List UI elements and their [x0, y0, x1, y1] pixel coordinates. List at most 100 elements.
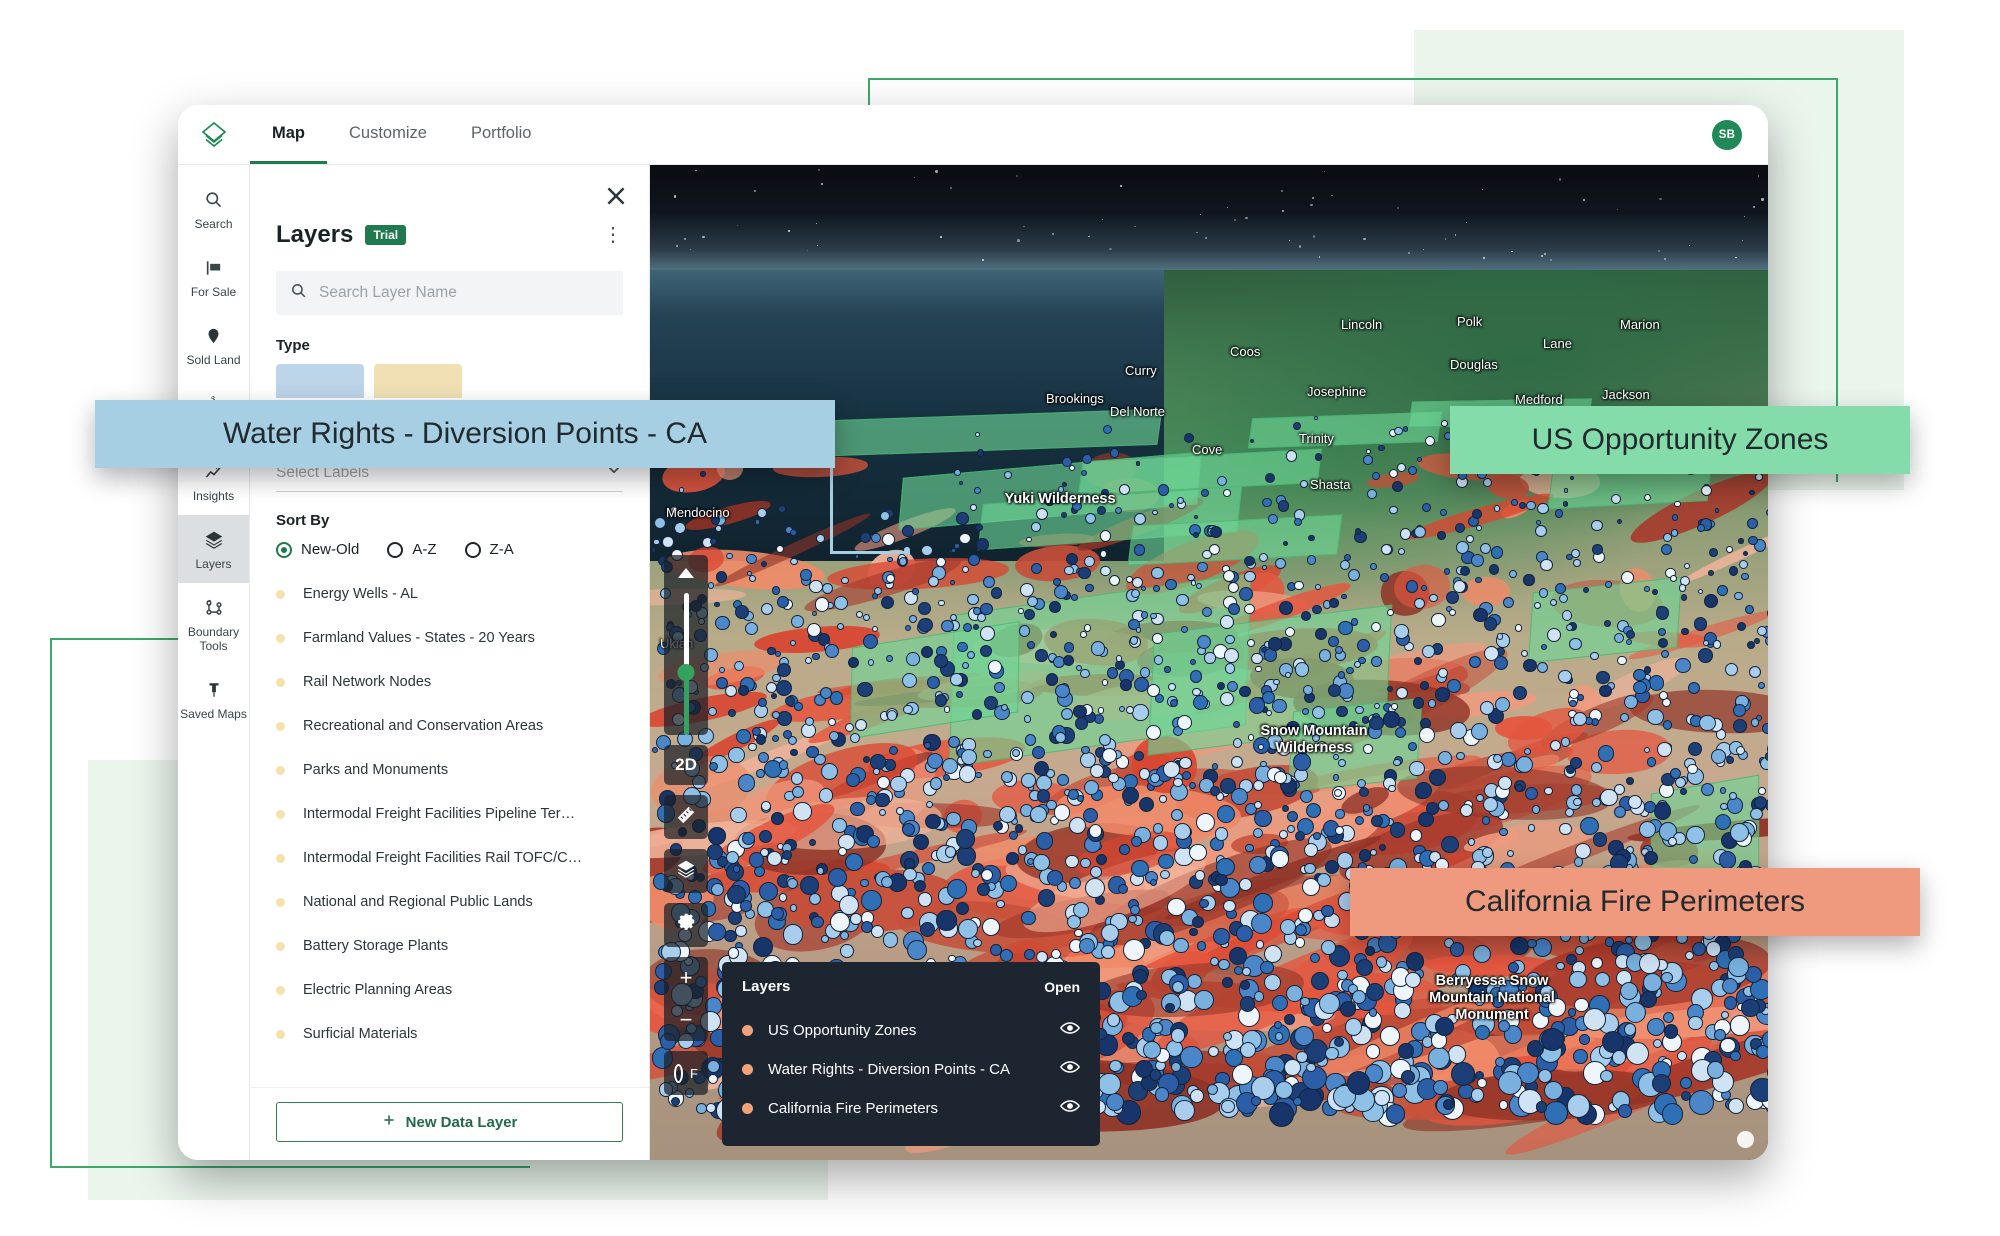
page-title: Layers	[276, 221, 354, 248]
sidebar-item-search-label: Search	[194, 217, 233, 231]
list-item[interactable]: Parks and Monuments	[250, 748, 649, 792]
list-item[interactable]: Intermodal Freight Facilities Rail TOFC/…	[250, 836, 649, 880]
map-layers-card: Layers Open US Opportunity Zones Water R…	[722, 962, 1100, 1146]
eye-icon[interactable]	[1059, 1060, 1081, 1079]
tab-map-label: Map	[272, 123, 305, 142]
layers-stack-icon	[180, 529, 247, 551]
list-item[interactable]: Rail Network Nodes	[250, 660, 649, 704]
eye-icon[interactable]	[1059, 1099, 1081, 1118]
layer-color-dot	[276, 897, 285, 907]
open-layers-button[interactable]: Open	[1044, 979, 1080, 995]
triangle-up-icon	[678, 565, 694, 583]
map-layers-card-header: Layers Open	[742, 978, 1080, 995]
layer-color-dot	[276, 677, 285, 687]
panel-header: Layers Trial ⋮	[250, 165, 649, 249]
compass-icon	[674, 1063, 684, 1083]
sidebar-item-layers[interactable]: Layers	[178, 515, 249, 583]
list-item-label: Recreational and Conservation Areas	[303, 718, 544, 734]
callout-leader-line	[830, 434, 910, 554]
basemap-layers-button[interactable]	[664, 849, 708, 893]
sidebar-item-saved-maps-label: Saved Maps	[180, 707, 247, 721]
sidebar-item-boundary-tools[interactable]: Boundary Tools	[178, 583, 249, 665]
new-data-layer-button[interactable]: New Data Layer	[276, 1102, 623, 1142]
close-icon[interactable]	[603, 183, 629, 209]
layer-color-dot	[276, 589, 285, 599]
panel-footer: New Data Layer	[250, 1087, 649, 1160]
search-icon	[290, 282, 307, 304]
kebab-menu-icon[interactable]: ⋮	[603, 225, 623, 245]
eye-icon[interactable]	[1059, 1021, 1081, 1040]
layer-color-dot	[276, 985, 285, 995]
sidebar-item-for-sale-label: For Sale	[190, 285, 237, 299]
list-item[interactable]: Electric Planning Areas	[250, 968, 649, 1012]
type-chip-secondary[interactable]	[374, 364, 462, 398]
tab-portfolio[interactable]: Portfolio	[449, 105, 554, 164]
node-graph-icon	[180, 597, 247, 619]
list-item[interactable]: Battery Storage Plants	[250, 924, 649, 968]
pitch-track[interactable]	[677, 593, 695, 735]
map-layer-row[interactable]: California Fire Perimeters	[742, 1089, 1081, 1128]
list-item[interactable]: Surficial Materials	[250, 1012, 649, 1056]
list-item-label: Surficial Materials	[303, 1026, 418, 1042]
sort-option-a-z[interactable]: A-Z	[387, 541, 437, 558]
pitch-slider[interactable]	[664, 555, 708, 735]
map-controls: 2D + − F	[664, 555, 708, 1095]
layer-color-dot	[276, 1029, 285, 1039]
measure-tool-button[interactable]	[664, 795, 708, 839]
map-layer-row[interactable]: US Opportunity Zones	[742, 1011, 1081, 1050]
type-chip-primary[interactable]	[276, 364, 364, 398]
search-input[interactable]	[319, 284, 609, 302]
radio-a-z[interactable]	[387, 541, 404, 558]
map-canvas[interactable]: Lincoln Polk Marion Lane Douglas Coos Curry Jos…	[650, 165, 1768, 1160]
layers-logo-icon[interactable]	[178, 105, 250, 164]
list-item[interactable]: National and Regional Public Lands	[250, 880, 649, 924]
compass-control[interactable]: F	[664, 1051, 708, 1095]
type-filter-chips	[276, 364, 623, 398]
sidebar-item-saved-maps[interactable]: Saved Maps	[178, 665, 249, 733]
sort-option-new-old[interactable]: New-Old	[276, 541, 359, 558]
sort-option-z-a[interactable]: Z-A	[464, 541, 514, 558]
list-item-label: Rail Network Nodes	[303, 674, 432, 690]
map-sky	[650, 165, 1768, 270]
sidebar-item-search[interactable]: Search	[178, 175, 249, 243]
sidebar-item-for-sale[interactable]: For Sale	[178, 243, 249, 311]
radio-z-a[interactable]	[464, 541, 481, 558]
top-navigation-bar: Map Customize Portfolio SB	[178, 105, 1768, 165]
layers-panel: Layers Trial ⋮ Type Select Labels	[250, 165, 650, 1160]
for-sale-sign-icon	[180, 257, 247, 279]
sidebar-item-sold-land[interactable]: Sold Land	[178, 311, 249, 379]
map-resize-handle[interactable]	[1737, 1131, 1754, 1148]
map-pin-icon	[180, 325, 247, 347]
map-layer-name: California Fire Perimeters	[768, 1100, 939, 1117]
app-body: Search For Sale Sold Land $ Insights Lay…	[178, 165, 1768, 1160]
list-item-label: Battery Storage Plants	[303, 938, 449, 954]
view-mode-toggle[interactable]: 2D	[664, 745, 708, 785]
sort-option-z-a-label: Z-A	[489, 541, 514, 558]
map-layer-row[interactable]: Water Rights - Diversion Points - CA	[742, 1050, 1081, 1089]
layer-color-dot	[276, 853, 285, 863]
tab-customize[interactable]: Customize	[327, 105, 449, 164]
avatar[interactable]: SB	[1712, 119, 1742, 150]
layer-color-dot	[742, 1064, 753, 1075]
compass-label: F	[690, 1065, 698, 1081]
list-item-label: Energy Wells - AL	[303, 586, 418, 602]
callout-fire-perimeters: California Fire Perimeters	[1350, 868, 1920, 936]
list-item[interactable]: Recreational and Conservation Areas	[250, 704, 649, 748]
radio-new-old[interactable]	[276, 541, 292, 558]
zoom-out-button[interactable]: −	[664, 999, 708, 1041]
tab-map[interactable]: Map	[250, 105, 327, 164]
zoom-controls: + −	[664, 957, 708, 1041]
layer-search-box[interactable]	[276, 271, 623, 315]
status-badge: Trial	[365, 225, 407, 245]
layer-list: Energy Wells - AL Farmland Values - Stat…	[250, 572, 649, 1087]
ruler-icon	[675, 804, 697, 831]
list-item[interactable]: Energy Wells - AL	[250, 572, 649, 616]
map-settings-button[interactable]	[664, 903, 708, 947]
list-item[interactable]: Farmland Values - States - 20 Years	[250, 616, 649, 660]
search-icon	[180, 189, 247, 211]
zoom-in-button[interactable]: +	[664, 957, 708, 999]
list-item[interactable]: Intermodal Freight Facilities Pipeline T…	[250, 792, 649, 836]
map-layer-name: US Opportunity Zones	[768, 1022, 917, 1039]
callout-opportunity-zones: US Opportunity Zones	[1450, 406, 1910, 474]
pitch-knob[interactable]	[677, 664, 695, 682]
